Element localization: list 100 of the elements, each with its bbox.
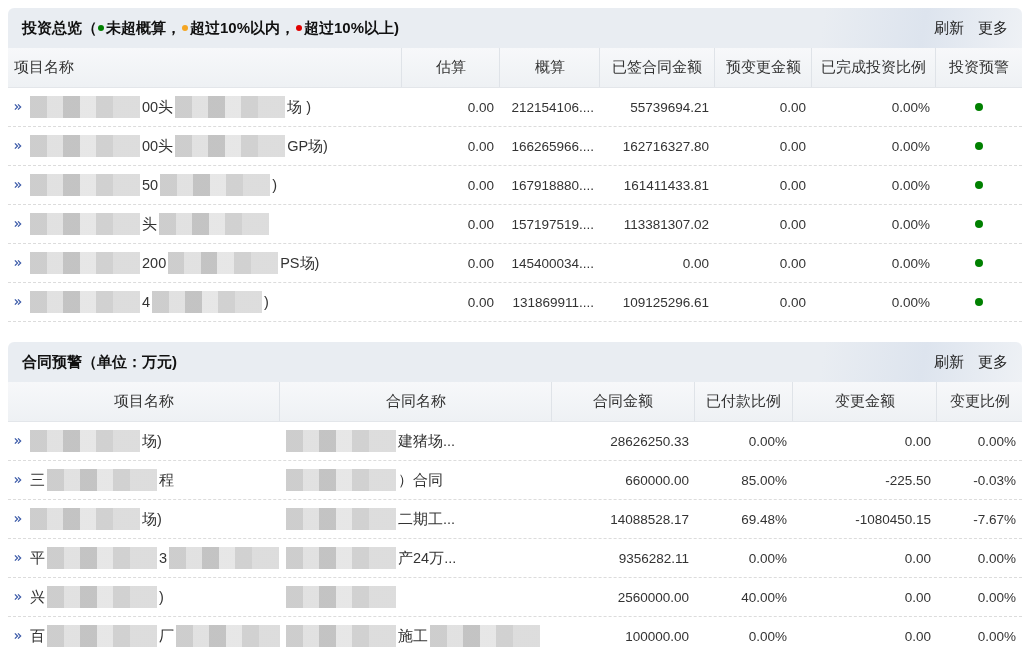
table-cell: 0.00%: [748, 550, 787, 566]
cell-text: 50: [142, 177, 159, 193]
table-cell: 660000.00: [625, 472, 689, 488]
table-cell: 109125296.61: [622, 294, 709, 310]
double-chevron-icon[interactable]: [14, 259, 22, 267]
column-header[interactable]: 变更比例: [937, 382, 1022, 421]
column-header[interactable]: 预变更金额: [715, 48, 812, 87]
table-cell: 0.00%: [977, 550, 1016, 566]
table-cell: -1080450.15: [855, 511, 931, 527]
cell-text: 建猪场...: [398, 431, 456, 451]
column-header[interactable]: 概算: [500, 48, 600, 87]
table-cell: 161411433.81: [623, 177, 709, 193]
column-header[interactable]: 项目名称: [8, 382, 280, 421]
cell-text: 厂: [159, 626, 174, 646]
table-cell: 145400034....: [511, 255, 594, 271]
double-chevron-icon[interactable]: [14, 593, 22, 601]
column-header[interactable]: 项目名称: [8, 48, 402, 87]
column-header[interactable]: 合同名称: [280, 382, 552, 421]
table-cell: 157197519....: [511, 216, 594, 232]
table-cell: 69.48%: [741, 511, 787, 527]
cell-text: 场): [142, 509, 162, 529]
table-cell: 113381307.02: [623, 216, 709, 232]
table-cell: 85.00%: [741, 472, 787, 488]
cell-text: 4: [142, 294, 151, 310]
double-chevron-icon[interactable]: [14, 437, 22, 445]
double-chevron-icon[interactable]: [14, 632, 22, 640]
table-cell: 0.00: [467, 255, 494, 271]
double-chevron-icon[interactable]: [14, 476, 22, 484]
refresh-link[interactable]: 刷新: [934, 352, 964, 372]
table-cell: 0.00: [467, 294, 494, 310]
table-cell: 0.00: [682, 255, 709, 271]
table-cell: 0.00: [467, 138, 494, 154]
cell-text: 产24万...: [398, 548, 457, 568]
cell-text: 二期工...: [398, 509, 456, 529]
table-cell: 55739694.21: [630, 99, 709, 115]
table-cell: 0.00%: [891, 294, 930, 310]
legend-label: 未超概算，: [106, 18, 181, 38]
table-cell: -225.50: [885, 472, 931, 488]
cell-text: ): [159, 589, 164, 605]
table-cell: 0.00: [779, 99, 806, 115]
legend-label: 超过10%以内，: [190, 18, 296, 38]
cell-text: 程: [159, 470, 174, 490]
table-cell: 0.00: [779, 216, 806, 232]
cell-text: PS场): [280, 253, 320, 273]
table-cell: 212154106....: [511, 99, 594, 115]
cell-text: 场 ): [287, 97, 311, 117]
cell-text: 3: [159, 550, 168, 566]
table-cell: 0.00: [779, 177, 806, 193]
cell-text: 场): [142, 431, 162, 451]
cell-text: ): [264, 294, 269, 310]
table-cell: 2560000.00: [617, 589, 689, 605]
table-cell: 0.00: [904, 628, 931, 644]
more-link[interactable]: 更多: [978, 352, 1008, 372]
double-chevron-icon[interactable]: [14, 181, 22, 189]
double-chevron-icon[interactable]: [14, 515, 22, 523]
cell-text: 00头: [142, 136, 174, 156]
table-cell: -7.67%: [973, 511, 1016, 527]
cell-text: 兴: [30, 587, 45, 607]
double-chevron-icon[interactable]: [14, 298, 22, 306]
table-cell: 0.00%: [748, 628, 787, 644]
table-cell: 131869911....: [512, 294, 594, 310]
table-cell: 0.00%: [891, 138, 930, 154]
cell-text: 施工: [398, 626, 428, 646]
cell-text: 平: [30, 548, 45, 568]
legend-label: 超过10%以上): [304, 18, 400, 38]
table-cell: 0.00%: [891, 99, 930, 115]
table-cell: 28626250.33: [610, 433, 689, 449]
double-chevron-icon[interactable]: [14, 554, 22, 562]
table-cell: 0.00%: [891, 177, 930, 193]
cell-text: 头: [142, 214, 157, 234]
table-cell: 166265966....: [511, 138, 594, 154]
double-chevron-icon[interactable]: [14, 220, 22, 228]
table-cell: 0.00%: [891, 255, 930, 271]
column-header[interactable]: 已完成投资比例: [812, 48, 936, 87]
table-cell: 0.00: [904, 550, 931, 566]
cell-text: ): [272, 177, 277, 193]
cell-text: 三: [30, 470, 45, 490]
column-header[interactable]: 变更金额: [793, 382, 937, 421]
cell-text: 百: [30, 626, 45, 646]
table-cell: 100000.00: [625, 628, 689, 644]
table-cell: 0.00%: [977, 589, 1016, 605]
column-header[interactable]: 投资预警: [936, 48, 1022, 87]
table-cell: 40.00%: [741, 589, 787, 605]
more-link[interactable]: 更多: [978, 18, 1008, 38]
table-cell: 14088528.17: [610, 511, 689, 527]
cell-text: 00头: [142, 97, 174, 117]
column-header[interactable]: 已签合同金额: [600, 48, 715, 87]
column-header[interactable]: 已付款比例: [695, 382, 793, 421]
column-header[interactable]: 估算: [402, 48, 500, 87]
table-cell: 0.00%: [977, 628, 1016, 644]
refresh-link[interactable]: 刷新: [934, 18, 964, 38]
table-cell: 0.00%: [748, 433, 787, 449]
cell-text: ）合同: [398, 470, 443, 490]
column-header[interactable]: 合同金额: [552, 382, 695, 421]
table-cell: 0.00: [904, 589, 931, 605]
table-cell: 0.00%: [891, 216, 930, 232]
double-chevron-icon[interactable]: [14, 103, 22, 111]
cell-text: 200: [142, 255, 167, 271]
double-chevron-icon[interactable]: [14, 142, 22, 150]
table-cell: 0.00%: [977, 433, 1016, 449]
